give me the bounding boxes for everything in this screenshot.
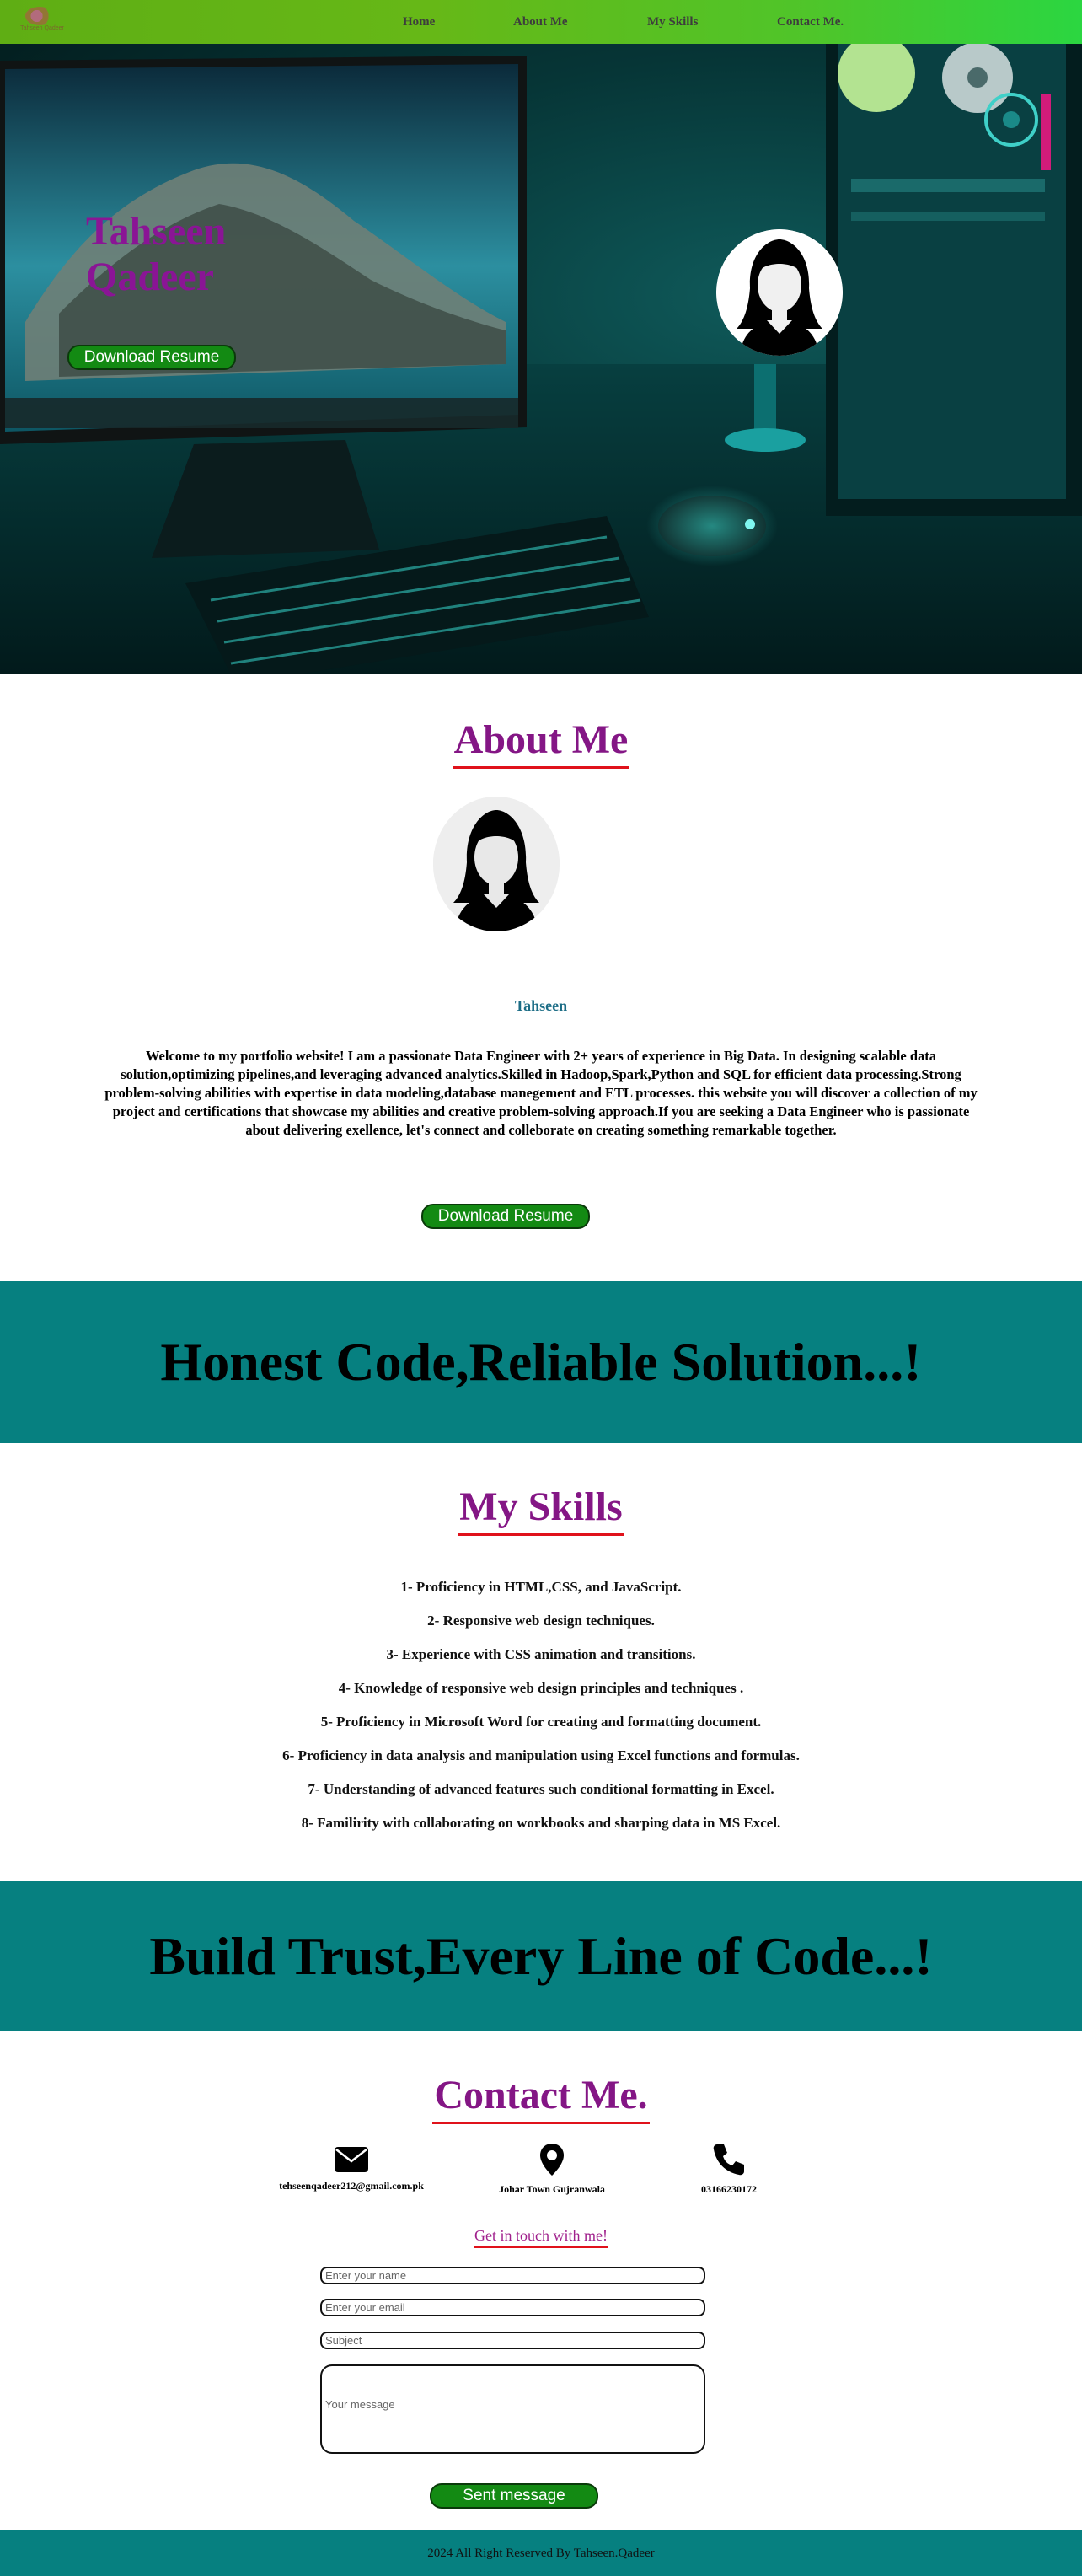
contact-title-text: Contact Me. <box>432 2072 650 2124</box>
nav-about-link[interactable]: About Me <box>513 15 568 30</box>
about-name: Tahseen <box>514 997 568 1014</box>
footer: 2024 All Right Reserved By Tahseen.Qadee… <box>0 2530 1082 2576</box>
about-download-resume-button[interactable]: Download Resume <box>421 1204 590 1229</box>
logo-mark <box>25 7 54 25</box>
skill-item: 1- Proficiency in HTML,CSS, and JavaScri… <box>400 1579 682 1595</box>
nav-skills-link[interactable]: My Skills <box>647 15 698 30</box>
skills-title: My Skills <box>0 1484 1082 1536</box>
get-in-touch-heading: Get in touch with me! <box>0 2227 1082 2248</box>
slogan-banner-1: Honest Code,Reliable Solution...! <box>0 1281 1082 1443</box>
logo-text: Tahseen Qadeer <box>20 25 64 31</box>
slogan-text-1: Honest Code,Reliable Solution...! <box>160 1332 922 1392</box>
skill-item: 8- Familirity with collaborating on work… <box>301 1815 781 1831</box>
site-logo[interactable]: Tahseen Qadeer <box>8 5 76 39</box>
email-input[interactable] <box>320 2299 705 2316</box>
hero-first-name: Tahseen <box>86 209 227 254</box>
about-title-text: About Me <box>452 716 630 769</box>
name-input[interactable] <box>320 2267 705 2284</box>
skill-item: 2- Responsive web design techniques. <box>427 1613 655 1629</box>
envelope-icon <box>335 2147 368 2172</box>
female-avatar-icon <box>433 797 560 931</box>
hero-name: Tahseen Qadeer <box>86 209 305 300</box>
location-pin-icon <box>540 2144 564 2176</box>
skill-item: 5- Proficiency in Microsoft Word for cre… <box>320 1714 762 1730</box>
about-title: About Me <box>0 716 1082 769</box>
about-profile-avatar <box>433 797 560 931</box>
skill-item: 6- Proficiency in data analysis and mani… <box>282 1747 800 1763</box>
contact-title: Contact Me. <box>0 2072 1082 2124</box>
get-in-touch-text: Get in touch with me! <box>474 2227 608 2248</box>
hero-last-name: Qadeer <box>86 255 214 299</box>
about-description: Welcome to my portfolio website! I am a … <box>104 1048 978 1138</box>
skills-title-text: My Skills <box>458 1484 624 1536</box>
nav-home-link[interactable]: Home <box>403 15 435 30</box>
contact-address: Johar Town Gujranwala <box>459 2143 645 2196</box>
hero-profile-avatar <box>716 229 843 356</box>
subject-input[interactable] <box>320 2332 705 2349</box>
slogan-banner-2: Build Trust,Every Line of Code...! <box>0 1881 1082 2031</box>
hero-section: Tahseen Qadeer Download Resume <box>0 44 1082 674</box>
send-message-button[interactable]: Sent message <box>430 2483 598 2509</box>
slogan-text-2: Build Trust,Every Line of Code...! <box>149 1926 933 1986</box>
phone-icon <box>713 2144 744 2176</box>
skill-item: 4- Knowledge of responsive web design pr… <box>338 1680 744 1696</box>
footer-copyright: 2024 All Right Reserved By Tahseen.Qadee… <box>427 2546 655 2560</box>
contact-address-text: Johar Town Gujranwala <box>499 2183 605 2195</box>
message-textarea[interactable] <box>320 2364 705 2454</box>
contact-phone-text: 03166230172 <box>701 2183 757 2195</box>
contact-phone: 03166230172 <box>636 2143 822 2196</box>
hero-download-resume-button[interactable]: Download Resume <box>67 345 236 370</box>
skill-item: 3- Experience with CSS animation and tra… <box>386 1646 696 1662</box>
contact-email: tehseenqadeer212@gmail.com.pk <box>259 2146 444 2192</box>
top-navbar: Tahseen Qadeer Home About Me My Skills C… <box>0 0 1082 44</box>
contact-email-text: tehseenqadeer212@gmail.com.pk <box>279 2180 424 2192</box>
female-avatar-icon <box>716 229 843 356</box>
skill-item: 7- Understanding of advanced features su… <box>308 1781 774 1797</box>
nav-contact-link[interactable]: Contact Me. <box>777 15 844 30</box>
